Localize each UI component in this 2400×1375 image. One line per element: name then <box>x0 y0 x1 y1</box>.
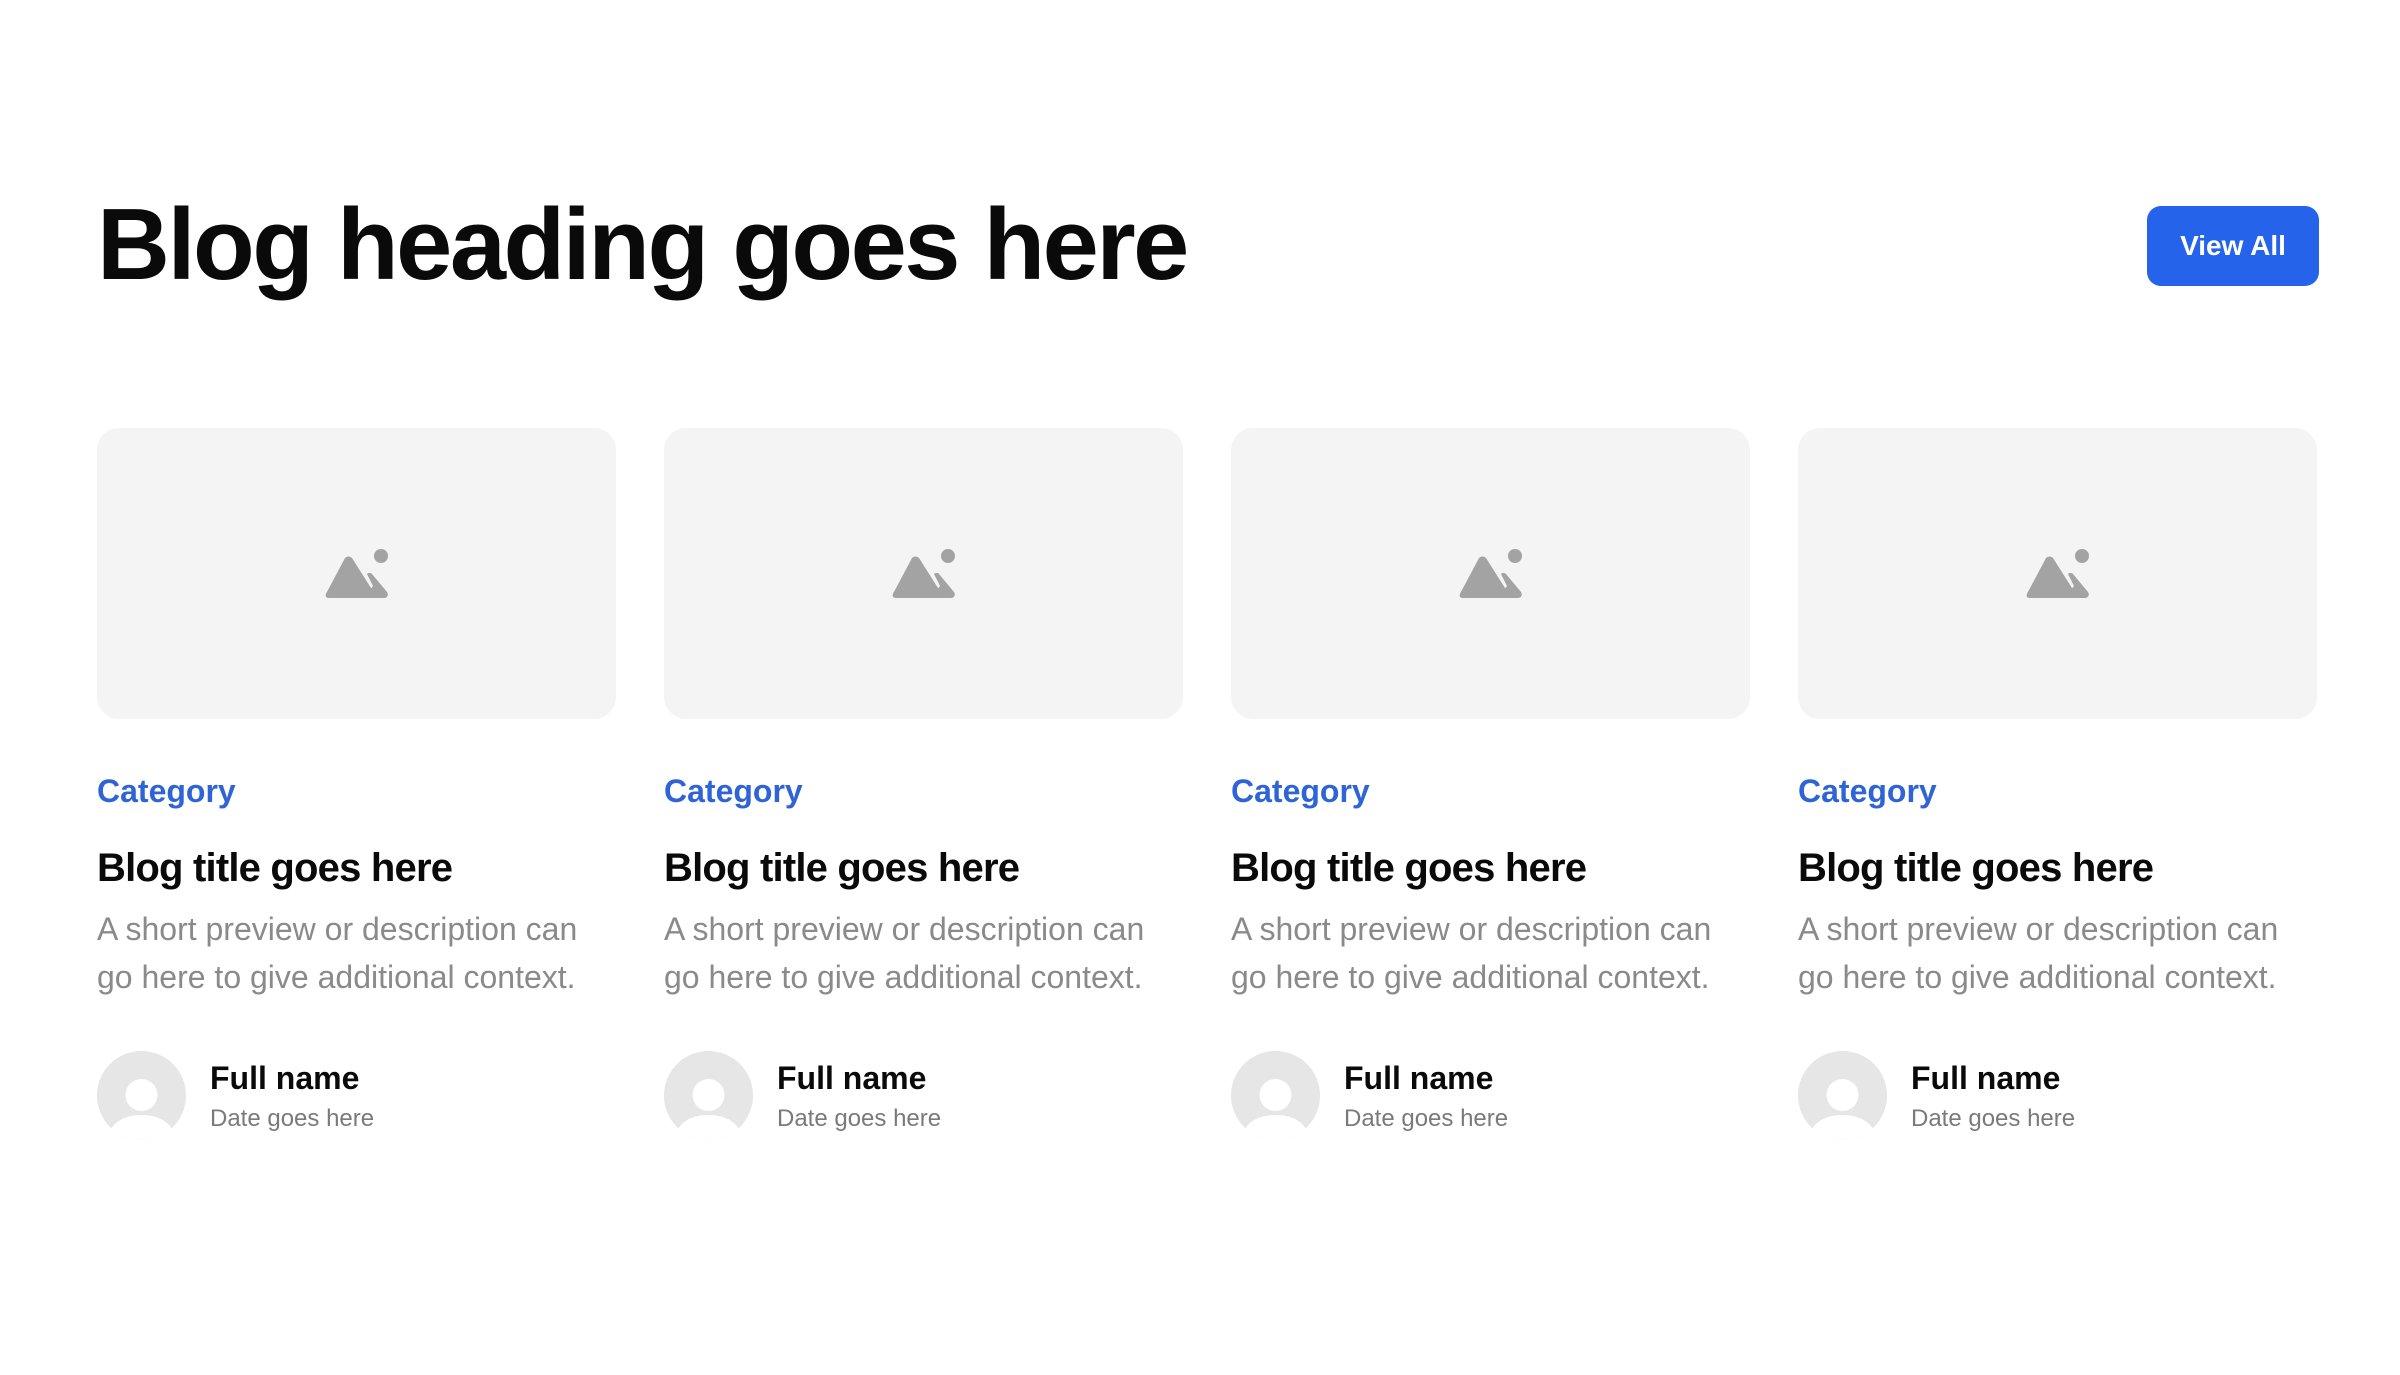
author-name: Full name <box>210 1059 360 1096</box>
blog-card-image[interactable] <box>97 428 616 719</box>
post-date: Date goes here <box>1344 1104 1509 1132</box>
blog-card-image[interactable] <box>1231 428 1750 719</box>
blog-card-author: Full name Date goes here <box>1798 1051 2317 1140</box>
blog-card-category[interactable]: Category <box>1231 771 1750 811</box>
image-placeholder-icon <box>2026 548 2089 598</box>
blog-card-description: A short preview or description can go he… <box>664 911 1145 995</box>
view-all-button[interactable]: View All <box>2147 206 2319 286</box>
post-date: Date goes here <box>210 1104 375 1132</box>
image-placeholder-icon <box>1459 548 1522 598</box>
avatar-placeholder-icon <box>1798 1051 1887 1140</box>
post-date: Date goes here <box>777 1104 942 1132</box>
author-name: Full name <box>1911 1059 2061 1096</box>
author-info: Full name Date goes here <box>777 1058 941 1134</box>
blog-card-author: Full name Date goes here <box>664 1051 1183 1140</box>
author-name: Full name <box>777 1059 927 1096</box>
post-date: Date goes here <box>1911 1104 2076 1132</box>
blog-card-grid: Category Blog title goes here A short pr… <box>97 428 2319 1140</box>
avatar-placeholder-icon <box>664 1051 753 1140</box>
avatar <box>664 1051 753 1140</box>
blog-card[interactable]: Category Blog title goes here A short pr… <box>97 428 616 1140</box>
blog-card-category[interactable]: Category <box>664 771 1183 811</box>
blog-card-image[interactable] <box>1798 428 2317 719</box>
avatar <box>1798 1051 1887 1140</box>
blog-card-title[interactable]: Blog title goes here <box>1231 843 1750 893</box>
avatar <box>1231 1051 1320 1140</box>
blog-card[interactable]: Category Blog title goes here A short pr… <box>1798 428 2317 1140</box>
avatar <box>97 1051 186 1140</box>
blog-heading: Blog heading goes here <box>97 189 1189 301</box>
author-info: Full name Date goes here <box>1344 1058 1508 1134</box>
author-info: Full name Date goes here <box>210 1058 374 1134</box>
blog-header: Blog heading goes here View All <box>97 185 2319 315</box>
avatar-placeholder-icon <box>97 1051 186 1140</box>
blog-card-image[interactable] <box>664 428 1183 719</box>
blog-card-description: A short preview or description can go he… <box>1231 911 1712 995</box>
blog-card-title[interactable]: Blog title goes here <box>664 843 1183 893</box>
blog-card[interactable]: Category Blog title goes here A short pr… <box>664 428 1183 1140</box>
blog-card-category[interactable]: Category <box>97 771 616 811</box>
blog-card-author: Full name Date goes here <box>1231 1051 1750 1140</box>
author-name: Full name <box>1344 1059 1494 1096</box>
author-info: Full name Date goes here <box>1911 1058 2075 1134</box>
blog-card-description: A short preview or description can go he… <box>1798 911 2279 995</box>
image-placeholder-icon <box>325 548 388 598</box>
blog-card-title[interactable]: Blog title goes here <box>97 843 616 893</box>
blog-card-description: A short preview or description can go he… <box>97 911 578 995</box>
blog-card-category[interactable]: Category <box>1798 771 2317 811</box>
blog-card[interactable]: Category Blog title goes here A short pr… <box>1231 428 1750 1140</box>
blog-card-title[interactable]: Blog title goes here <box>1798 843 2317 893</box>
blog-card-author: Full name Date goes here <box>97 1051 616 1140</box>
avatar-placeholder-icon <box>1231 1051 1320 1140</box>
image-placeholder-icon <box>892 548 955 598</box>
